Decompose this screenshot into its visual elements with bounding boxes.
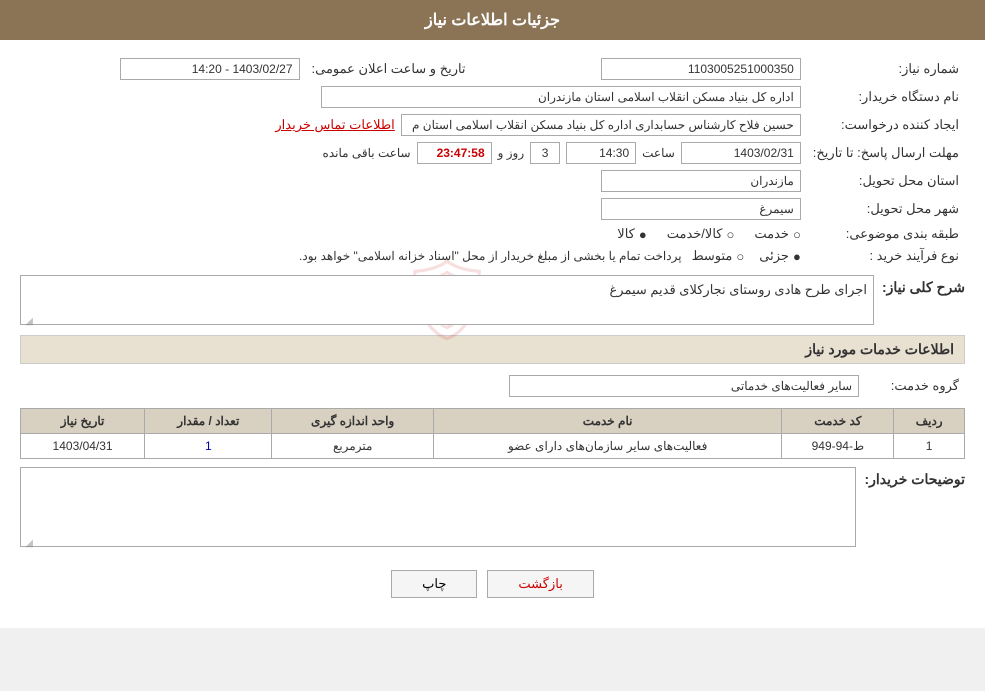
province-label: استان محل تحویل: [807, 167, 965, 195]
footer-buttons: بازگشت چاپ [20, 555, 965, 613]
category-kala-label: کالا [617, 226, 635, 242]
page-header: جزئیات اطلاعات نیاز [0, 0, 985, 40]
need-desc-box: اجرای طرح هادی روستای نجارکلای قدیم سیمر… [20, 275, 874, 325]
date-label: تاریخ و ساعت اعلان عمومی: [306, 55, 472, 83]
deadline-date-field: 1403/02/31 [681, 142, 801, 164]
col-header-1: کد خدمت [782, 409, 894, 434]
page-title: جزئیات اطلاعات نیاز [425, 12, 560, 29]
category-kala-khadamat-label: کالا/خدمت [667, 226, 723, 242]
process-options: ● جزئی ○ متوسط پرداخت تمام یا بخشی از مب… [20, 245, 807, 267]
process-mutavasset: ○ متوسط [692, 248, 745, 264]
creator-label: ایجاد کننده درخواست: [807, 111, 965, 139]
need-desc-row: شرح کلی نیاز: اجرای طرح هادی روستای نجار… [20, 275, 965, 325]
resize-handle [23, 312, 33, 322]
contact-link[interactable]: اطلاعات تماس خریدار [275, 117, 394, 133]
province-field: مازندران [601, 170, 801, 192]
city-field: سیمرغ [601, 198, 801, 220]
need-number-value: 1103005251000350 [492, 55, 807, 83]
buyer-desc-resize [23, 534, 33, 544]
process-jozei: ● جزئی [759, 248, 801, 264]
buyer-org-value: اداره کل بنیاد مسکن انقلاب اسلامی استان … [20, 83, 807, 111]
buyer-org-label: نام دستگاه خریدار: [807, 83, 965, 111]
buyer-desc-container [20, 467, 856, 547]
col-header-4: تعداد / مقدار [145, 409, 272, 434]
radio-jozei-icon: ● [793, 249, 801, 264]
back-button[interactable]: بازگشت [487, 570, 593, 598]
need-desc-label: شرح کلی نیاز: [882, 275, 965, 296]
buyer-org-field: اداره کل بنیاد مسکن انقلاب اسلامی استان … [321, 86, 801, 108]
need-number-label: شماره نیاز: [807, 55, 965, 83]
main-content: شماره نیاز: 1103005251000350 تاریخ و ساع… [0, 40, 985, 628]
service-group-table: گروه خدمت: سایر فعالیت‌های خدماتی [20, 372, 965, 400]
deadline-remaining-field: 23:47:58 [417, 142, 492, 164]
radio-mutavasset-icon: ○ [736, 249, 744, 264]
col-header-5: تاریخ نیاز [21, 409, 145, 434]
col-header-2: نام خدمت [433, 409, 781, 434]
deadline-days-field: 3 [530, 142, 560, 164]
table-cell-0-4: 1 [145, 434, 272, 459]
creator-field: حسین فلاح کارشناس حسابداری اداره کل بنیا… [401, 114, 801, 136]
process-jozei-label: جزئی [759, 248, 789, 264]
radio-khadamat-icon: ○ [793, 227, 801, 242]
need-desc-value: اجرای طرح هادی روستای نجارکلای قدیم سیمر… [610, 282, 867, 297]
category-kala-khadamat: ○ کالا/خدمت [667, 226, 735, 242]
deadline-label: مهلت ارسال پاسخ: تا تاریخ: [807, 139, 965, 167]
table-row: 1ط-94-949فعالیت‌های سایر سازمان‌های دارا… [21, 434, 965, 459]
table-cell-0-5: 1403/04/31 [21, 434, 145, 459]
services-section-title: اطلاعات خدمات مورد نیاز [20, 335, 965, 364]
need-number-field: 1103005251000350 [601, 58, 801, 80]
remaining-label: ساعت باقی مانده [323, 146, 411, 160]
services-table: ردیفکد خدمتنام خدمتواحد اندازه گیریتعداد… [20, 408, 965, 459]
province-value: مازندران [20, 167, 807, 195]
table-cell-0-0: 1 [894, 434, 965, 459]
buyer-desc-label: توضیحات خریدار: [864, 467, 965, 488]
radio-kala-icon: ● [639, 227, 647, 242]
service-group-label: گروه خدمت: [865, 372, 965, 400]
deadline-value: 1403/02/31 ساعت 14:30 3 روز و 23:47:58 س… [20, 139, 807, 167]
category-khadamat-label: خدمت [754, 226, 789, 242]
service-group-value: سایر فعالیت‌های خدماتی [20, 372, 865, 400]
category-khadamat: ○ خدمت [754, 226, 800, 242]
buyer-desc-box[interactable] [20, 467, 856, 547]
need-info-table: شماره نیاز: 1103005251000350 تاریخ و ساع… [20, 55, 965, 267]
table-cell-0-1: ط-94-949 [782, 434, 894, 459]
buyer-desc-row: توضیحات خریدار: [20, 467, 965, 547]
category-kala: ● کالا [617, 226, 646, 242]
days-unit-label: روز و [498, 146, 525, 160]
time-label: ساعت [642, 146, 675, 160]
category-options: ○ خدمت ○ کالا/خدمت ● کالا [20, 223, 807, 245]
creator-value: حسین فلاح کارشناس حسابداری اداره کل بنیا… [20, 111, 807, 139]
print-button[interactable]: چاپ [391, 570, 477, 598]
date-value: 1403/02/27 - 14:20 [20, 55, 306, 83]
need-desc-container: اجرای طرح هادی روستای نجارکلای قدیم سیمر… [20, 275, 874, 325]
radio-kala-khadamat-icon: ○ [726, 227, 734, 242]
page-wrapper: جزئیات اطلاعات نیاز شماره نیاز: 11030052… [0, 0, 985, 628]
process-mutavasset-label: متوسط [692, 248, 733, 264]
process-label: نوع فرآیند خرید : [807, 245, 965, 267]
category-label: طبقه بندی موضوعی: [807, 223, 965, 245]
city-value: سیمرغ [20, 195, 807, 223]
table-cell-0-2: فعالیت‌های سایر سازمان‌های دارای عضو [433, 434, 781, 459]
date-field: 1403/02/27 - 14:20 [120, 58, 300, 80]
city-label: شهر محل تحویل: [807, 195, 965, 223]
deadline-time-field: 14:30 [566, 142, 636, 164]
process-note: پرداخت تمام یا بخشی از مبلغ خریدار از مح… [299, 249, 682, 263]
table-cell-0-3: مترمربع [272, 434, 433, 459]
col-header-0: ردیف [894, 409, 965, 434]
service-group-field: سایر فعالیت‌های خدماتی [509, 375, 859, 397]
col-header-3: واحد اندازه گیری [272, 409, 433, 434]
